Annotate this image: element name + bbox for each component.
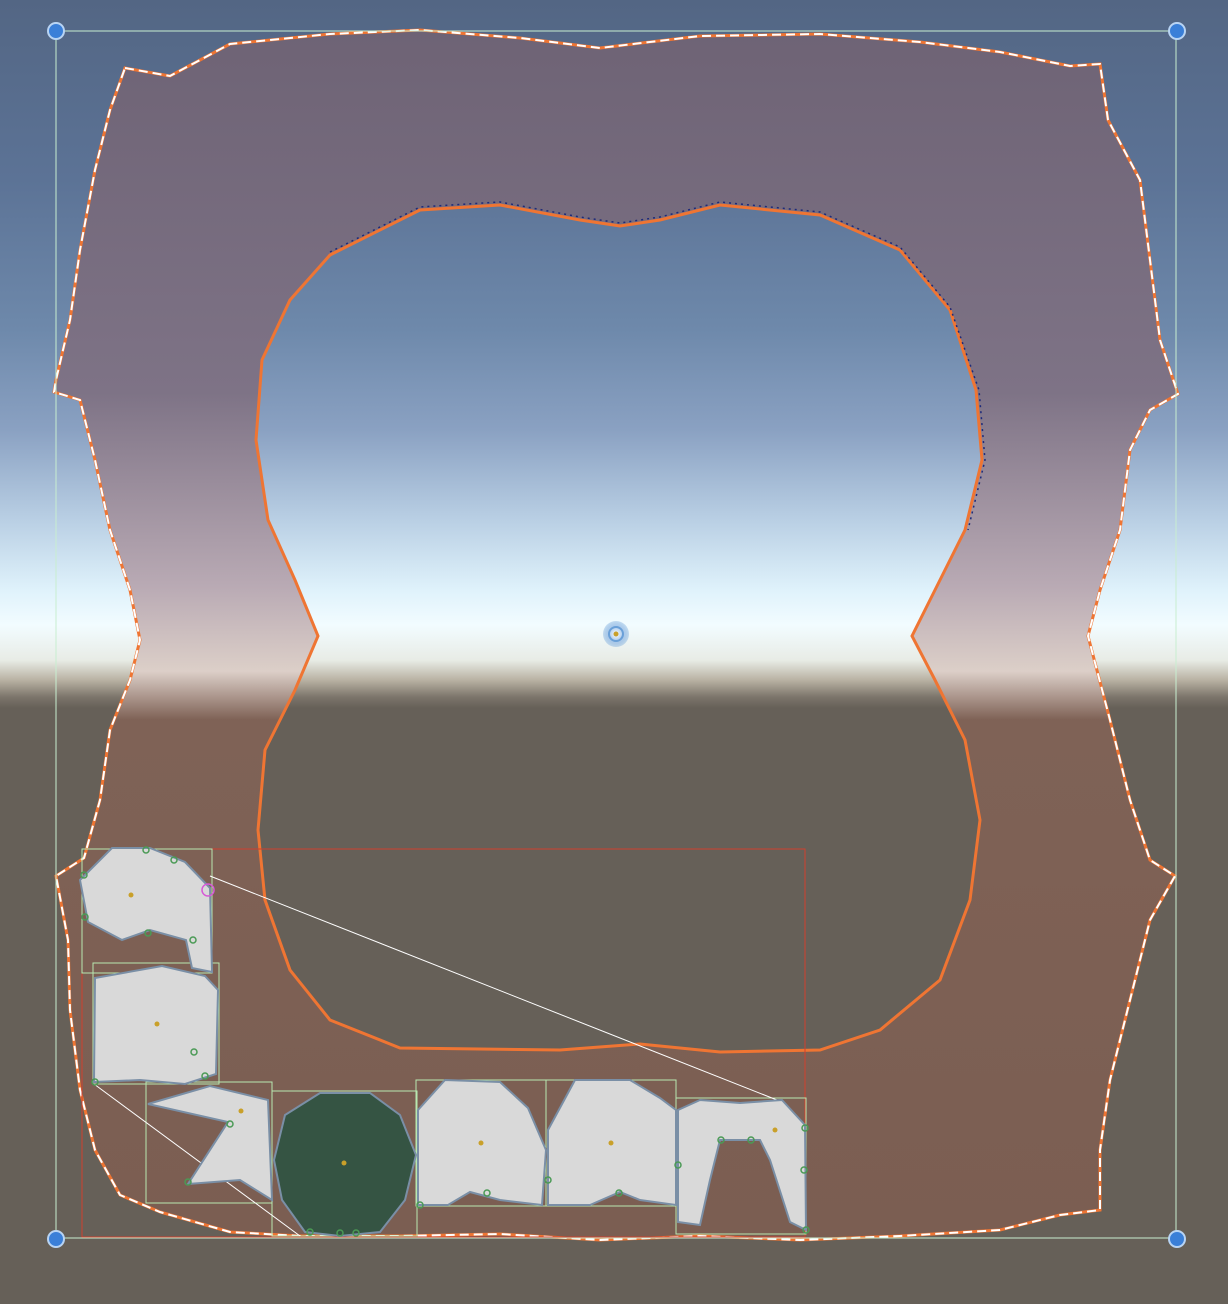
tile-1-center-point xyxy=(128,892,134,898)
scene-overlay[interactable] xyxy=(0,0,1228,1304)
tile-5-center-point xyxy=(478,1140,484,1146)
tile-6-center-point xyxy=(608,1140,614,1146)
tile-3-center-point xyxy=(238,1108,244,1114)
tile-4[interactable] xyxy=(272,1092,418,1238)
scene-view[interactable] xyxy=(0,0,1228,1304)
hole-vertex-outline xyxy=(329,201,986,531)
rect-handle-bottom-right[interactable] xyxy=(1168,1230,1186,1248)
tile-4-center-point xyxy=(341,1160,347,1166)
rect-handle-top-right[interactable] xyxy=(1168,22,1186,40)
tile-6[interactable] xyxy=(547,1079,677,1207)
tile-7-center-point xyxy=(772,1127,778,1133)
tile-2-center-point xyxy=(154,1021,160,1027)
tile-2[interactable] xyxy=(92,964,220,1086)
rect-handle-top-left[interactable] xyxy=(47,22,65,40)
pivot-icon[interactable] xyxy=(603,621,629,647)
rect-handle-bottom-left[interactable] xyxy=(47,1230,65,1248)
